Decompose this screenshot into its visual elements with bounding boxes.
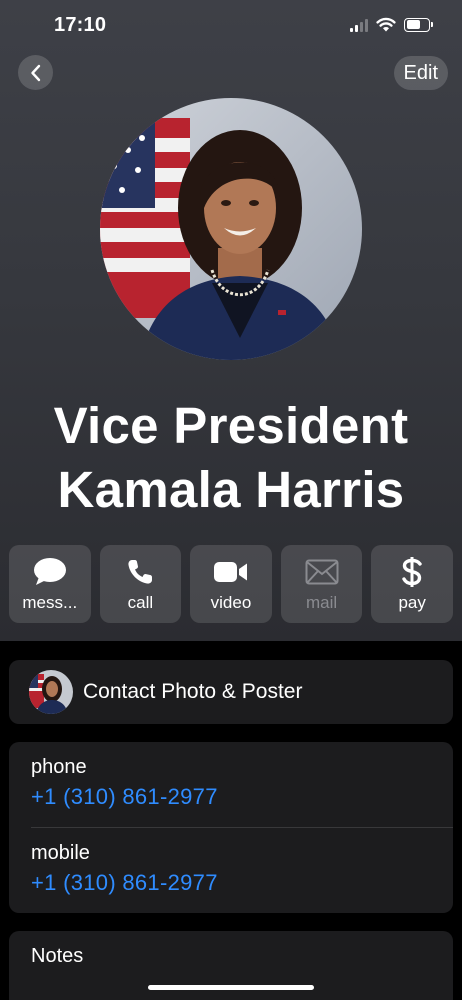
home-indicator[interactable] xyxy=(148,985,314,990)
divider xyxy=(31,827,453,828)
pay-label: pay xyxy=(398,593,426,612)
contact-photo[interactable] xyxy=(100,98,362,360)
cellular-signal-icon xyxy=(350,18,368,32)
mobile-label: mobile xyxy=(31,842,90,864)
contact-photo-poster-row[interactable]: Contact Photo & Poster xyxy=(9,660,453,724)
phone-numbers-card: phone +1 (310) 861-2977 mobile +1 (310) … xyxy=(9,742,453,913)
video-icon xyxy=(213,562,247,582)
dollar-icon xyxy=(402,557,422,587)
notes-label: Notes xyxy=(31,945,84,967)
phone-label: phone xyxy=(31,756,87,778)
contact-name: Vice President Kamala Harris xyxy=(0,394,462,522)
status-time: 17:10 xyxy=(54,14,107,36)
mail-icon xyxy=(305,559,339,585)
chevron-left-icon xyxy=(30,64,40,81)
edit-button[interactable]: Edit xyxy=(393,56,448,90)
quick-actions: mess... call video mail pay xyxy=(9,545,453,623)
phone-field[interactable]: phone +1 (310) 861-2977 xyxy=(31,756,453,810)
status-icons xyxy=(350,17,433,32)
status-bar: 17:10 xyxy=(0,0,462,52)
message-icon xyxy=(33,558,66,585)
back-button[interactable] xyxy=(18,55,53,90)
pay-button[interactable]: pay xyxy=(371,545,453,623)
message-button[interactable]: mess... xyxy=(9,545,91,623)
wifi-icon xyxy=(376,17,396,32)
phone-icon xyxy=(128,560,153,584)
phone-value[interactable]: +1 (310) 861-2977 xyxy=(31,784,453,810)
video-button[interactable]: video xyxy=(190,545,272,623)
mobile-value[interactable]: +1 (310) 861-2977 xyxy=(31,870,453,896)
mail-label: mail xyxy=(305,593,338,612)
contact-photo-image xyxy=(100,98,362,360)
poster-thumbnail xyxy=(29,670,73,714)
battery-fill xyxy=(406,20,421,29)
call-label: call xyxy=(127,593,154,612)
contact-header: 17:10 Edit Vice President Kamala Harris … xyxy=(0,0,462,641)
call-button[interactable]: call xyxy=(99,545,182,623)
contact-name-line-2: Kamala Harris xyxy=(57,461,405,518)
poster-label: Contact Photo & Poster xyxy=(83,680,303,703)
notes-field[interactable]: Notes xyxy=(31,945,453,968)
mail-button[interactable]: mail xyxy=(280,545,363,623)
message-label: mess... xyxy=(22,593,78,612)
video-label: video xyxy=(210,593,252,612)
mobile-field[interactable]: mobile +1 (310) 861-2977 xyxy=(31,842,453,896)
contact-name-line-1: Vice President xyxy=(53,397,409,454)
battery-icon xyxy=(404,17,433,32)
contact-detail-screen: 17:10 Edit Vice President Kamala Harris … xyxy=(0,0,462,1000)
